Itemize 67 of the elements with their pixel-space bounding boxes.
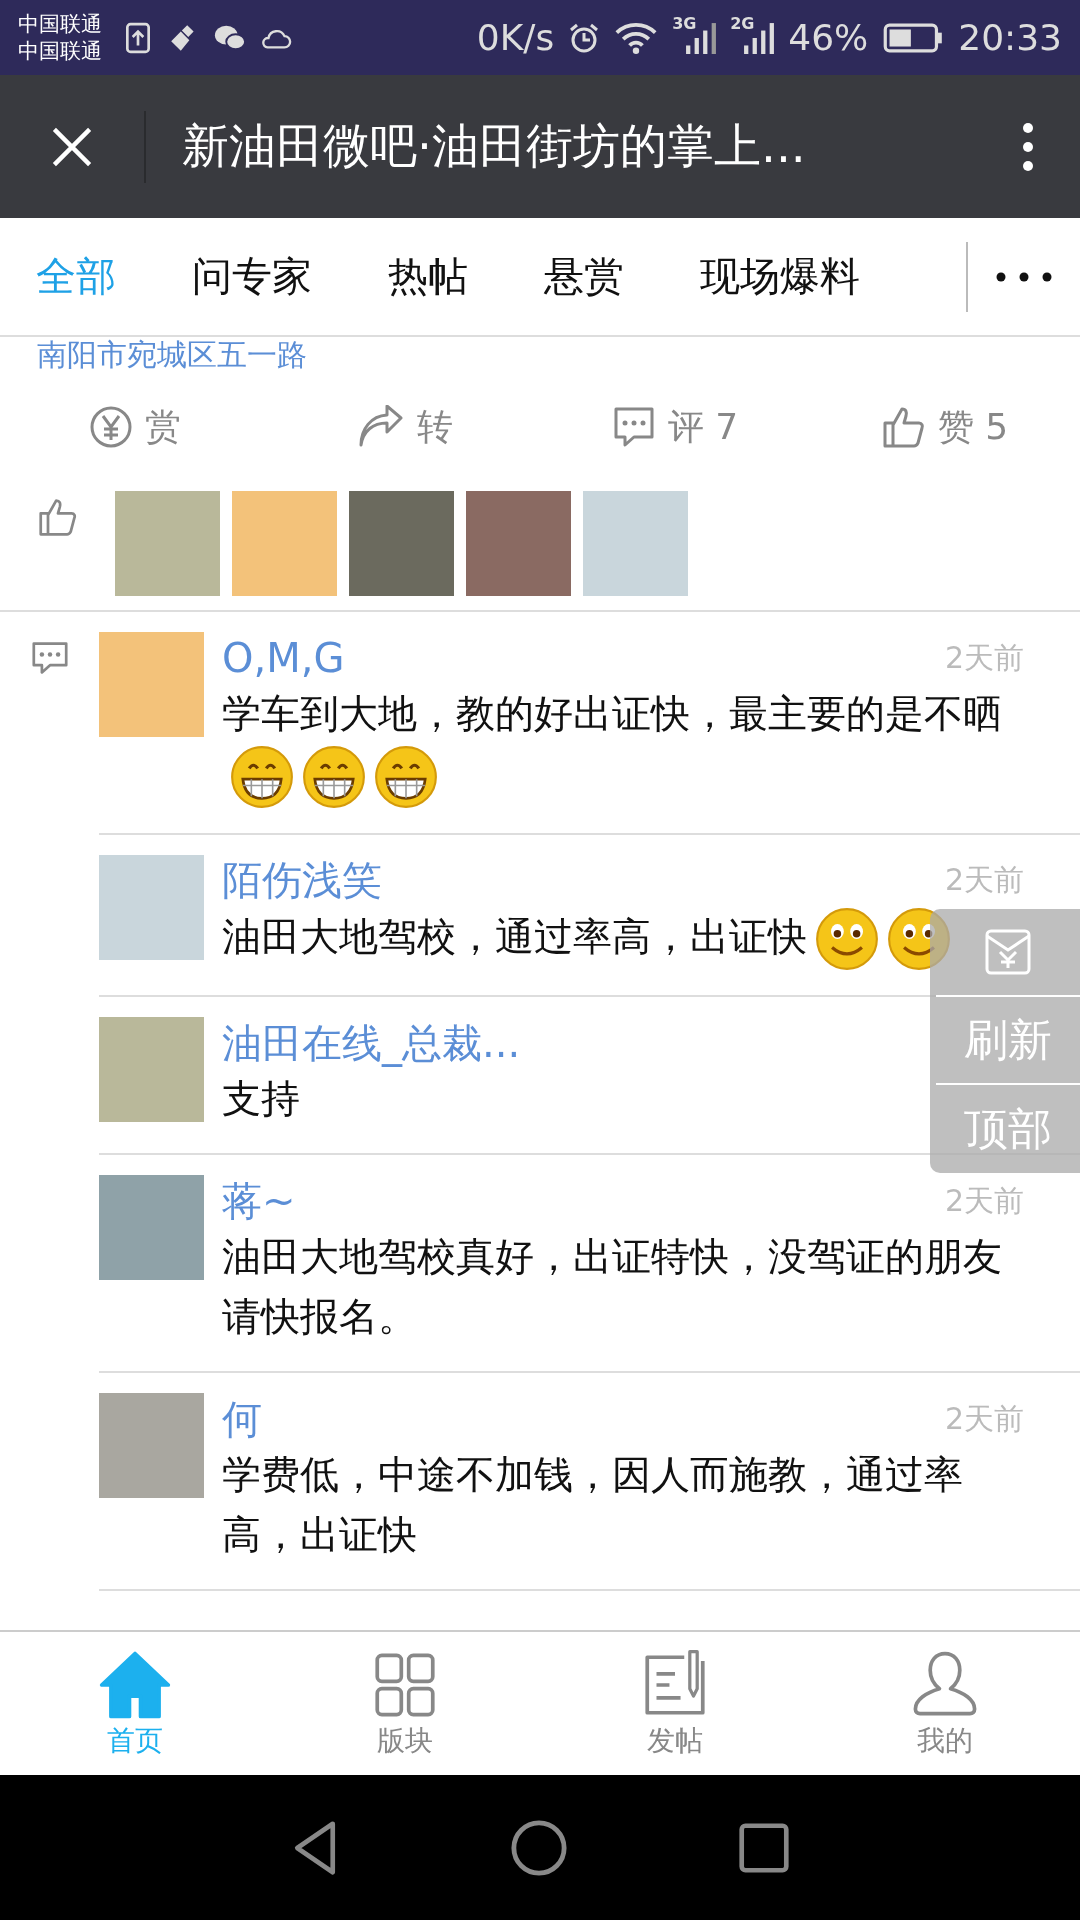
battery-icon — [882, 21, 945, 54]
avatar-photo[interactable] — [99, 854, 204, 960]
avatar-photo[interactable] — [115, 491, 220, 596]
nav-tab[interactable]: 首页 — [0, 1632, 270, 1775]
wifi-icon — [614, 21, 659, 54]
avatar-photo[interactable] — [349, 491, 454, 596]
user-name[interactable]: 何 — [222, 1391, 262, 1447]
square-icon — [738, 1821, 790, 1874]
category-tab[interactable]: 全部 — [0, 249, 116, 304]
comment-time: 2天前 — [944, 1181, 1024, 1220]
nav-tab[interactable]: 版块 — [270, 1632, 540, 1775]
comment-time: 2天前 — [944, 861, 1024, 899]
post-action-button[interactable]: 评 7 — [540, 401, 810, 453]
category-tab[interactable]: 悬赏 — [508, 249, 624, 304]
user-name[interactable]: 油田在线_总裁... — [222, 1015, 521, 1071]
window-title: 新油田微吧·油田街坊的掌上... — [182, 117, 806, 175]
user-name[interactable]: O,M,G — [222, 635, 345, 681]
grinning-face-icon — [374, 744, 438, 809]
comment-time: 2天前 — [944, 638, 1024, 677]
thumbs-up-icon — [881, 405, 926, 449]
avatar-photo[interactable] — [99, 1393, 204, 1498]
comment-icon — [29, 640, 70, 676]
more-icon — [996, 271, 1052, 282]
network-type: 2G — [730, 13, 755, 33]
back-to-top-button[interactable]: 顶部 — [936, 1085, 1080, 1173]
more-icon — [1022, 120, 1034, 173]
clock: 20:33 — [958, 17, 1062, 58]
category-tab[interactable]: 现场爆料 — [664, 249, 860, 304]
post-action-button[interactable]: 转 — [270, 401, 540, 453]
grinning-face-icon — [230, 744, 294, 809]
carrier-label: 中国联通 — [18, 10, 102, 38]
comment-text: 学费低，中途不加钱，因人而施教，通过率高，出证快 — [222, 1452, 963, 1557]
network-speed: 0K/s — [476, 17, 555, 58]
avatar-photo[interactable] — [232, 491, 337, 596]
home-button[interactable] — [510, 1818, 568, 1877]
nav-tab[interactable]: 发帖 — [540, 1632, 810, 1775]
smiling-face-icon — [815, 907, 879, 971]
comment-text: 支持 — [222, 1076, 300, 1121]
thumbs-up-icon — [38, 497, 78, 537]
refresh-button[interactable]: 刷新 — [936, 997, 1080, 1085]
alarm-icon — [568, 21, 601, 54]
comment-text: 油田大地驾校，通过率高，出证快 — [222, 913, 807, 959]
circle-icon — [510, 1818, 568, 1877]
category-tab[interactable]: 热帖 — [352, 249, 468, 304]
user-name[interactable]: 蒋~ — [222, 1173, 296, 1229]
comment-time: 2天前 — [944, 1399, 1024, 1438]
share-arrow-icon — [357, 405, 405, 449]
avatar-photo[interactable] — [466, 491, 571, 596]
yen-icon — [89, 405, 133, 449]
carrier-label: 中国联通 — [18, 37, 102, 65]
battery-percent: 46% — [788, 17, 869, 58]
envelope-yen-icon — [984, 928, 1032, 976]
location-link[interactable]: 南阳市宛城区五一路 — [0, 337, 1080, 373]
comment-text: 油田大地驾校真好，出证特快，没驾证的朋友请快报名。 — [222, 1234, 1002, 1339]
category-tab[interactable]: 问专家 — [156, 249, 312, 304]
avatar-photo[interactable] — [99, 1017, 204, 1122]
avatar-photo[interactable] — [99, 1175, 204, 1280]
post-action-button[interactable]: 赏 — [0, 401, 270, 453]
comment-text: 学车到大地，教的好出证快，最主要的是不晒 — [222, 691, 1002, 736]
recent-apps-button[interactable] — [738, 1821, 790, 1874]
grinning-face-icon — [302, 744, 366, 809]
user-name[interactable]: 陌伤浅笑 — [222, 853, 382, 908]
avatar-photo[interactable] — [99, 632, 204, 737]
network-type: 3G — [672, 13, 697, 33]
post-action-button[interactable]: 赞 5 — [810, 401, 1080, 453]
avatar-photo[interactable] — [583, 491, 688, 596]
nav-tab[interactable]: 我的 — [810, 1632, 1080, 1775]
